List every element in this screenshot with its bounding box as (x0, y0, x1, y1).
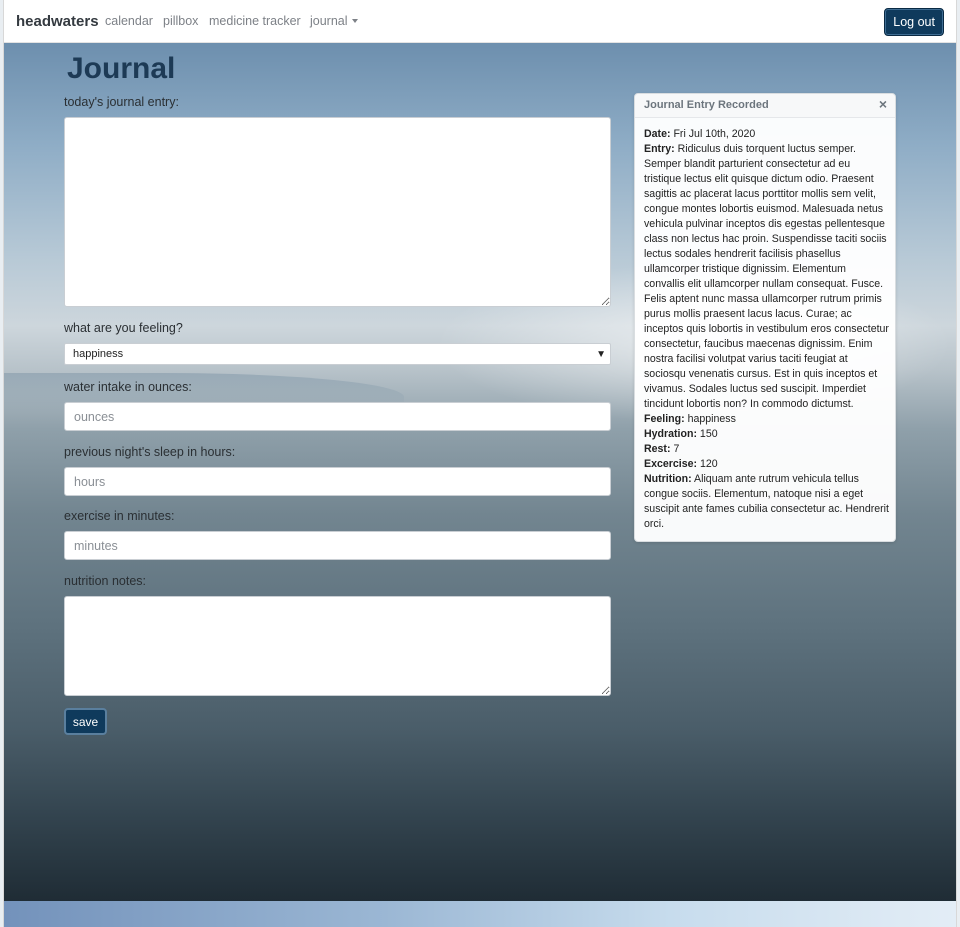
toast-feeling-label: Feeling: (644, 413, 685, 425)
water-intake-label: water intake in ounces: (64, 380, 192, 394)
toast-entry-label: Entry: (644, 143, 675, 155)
select-arrow-icon: ▼ (596, 349, 606, 360)
exercise-label: exercise in minutes: (64, 509, 175, 523)
nav-link-pillbox[interactable]: pillbox (163, 14, 198, 28)
toast-rest-value: 7 (673, 443, 680, 455)
journal-entry-label: today's journal entry: (64, 95, 179, 109)
toast-header: Journal Entry Recorded × (635, 94, 895, 118)
feeling-label: what are you feeling? (64, 321, 183, 335)
toast-feeling-value: happiness (687, 413, 736, 425)
toast-hydration-value: 150 (699, 428, 718, 440)
feeling-select[interactable]: happiness ▼ (64, 343, 611, 365)
toast-title: Journal Entry Recorded (644, 99, 769, 111)
toast-nutrition-label: Nutrition: (644, 473, 692, 485)
toast-nutrition: Nutrition: Aliquam ante rutrum vehicula … (644, 472, 889, 532)
journal-entry-toast: Journal Entry Recorded × Date: Fri Jul 1… (634, 93, 896, 542)
nav-link-medicine-tracker[interactable]: medicine tracker (209, 14, 301, 28)
toast-date: Date: Fri Jul 10th, 2020 (644, 127, 889, 142)
brand-logo[interactable]: headwaters (16, 13, 99, 30)
toast-exercise-label: Excercise: (644, 458, 698, 470)
sleep-label: previous night's sleep in hours: (64, 445, 236, 459)
toast-rest: Rest: 7 (644, 442, 889, 457)
navbar: headwaters calendar pillbox medicine tra… (4, 0, 956, 43)
nutrition-notes-label: nutrition notes: (64, 574, 146, 588)
feeling-selected-value: happiness (73, 348, 124, 360)
toast-entry: Entry: Ridiculus duis torquent luctus se… (644, 142, 889, 412)
toast-entry-value: Ridiculus duis torquent luctus semper. S… (644, 143, 889, 410)
logout-button[interactable]: Log out (884, 8, 944, 36)
sleep-hours-input[interactable] (64, 467, 611, 496)
footer-strip (4, 901, 956, 927)
nav-dropdown-journal[interactable]: journal (310, 14, 358, 28)
toast-hydration-label: Hydration: (644, 428, 697, 440)
nav-dropdown-label: journal (310, 14, 348, 28)
water-intake-input[interactable] (64, 402, 611, 431)
nutrition-notes-textarea[interactable] (64, 596, 611, 696)
toast-feeling: Feeling: happiness (644, 412, 889, 427)
toast-exercise: Excercise: 120 (644, 457, 889, 472)
toast-hydration: Hydration: 150 (644, 427, 889, 442)
page-title: Journal (67, 52, 176, 85)
caret-down-icon (351, 19, 358, 23)
exercise-minutes-input[interactable] (64, 531, 611, 560)
save-button[interactable]: save (64, 708, 107, 735)
toast-date-label: Date: (644, 128, 671, 140)
toast-body: Date: Fri Jul 10th, 2020 Entry: Ridiculu… (644, 127, 889, 532)
toast-exercise-value: 120 (699, 458, 718, 470)
toast-rest-label: Rest: (644, 443, 671, 455)
journal-entry-textarea[interactable] (64, 117, 611, 307)
nav-link-calendar[interactable]: calendar (105, 14, 153, 28)
toast-date-value: Fri Jul 10th, 2020 (673, 128, 756, 140)
close-icon[interactable]: × (879, 96, 887, 112)
